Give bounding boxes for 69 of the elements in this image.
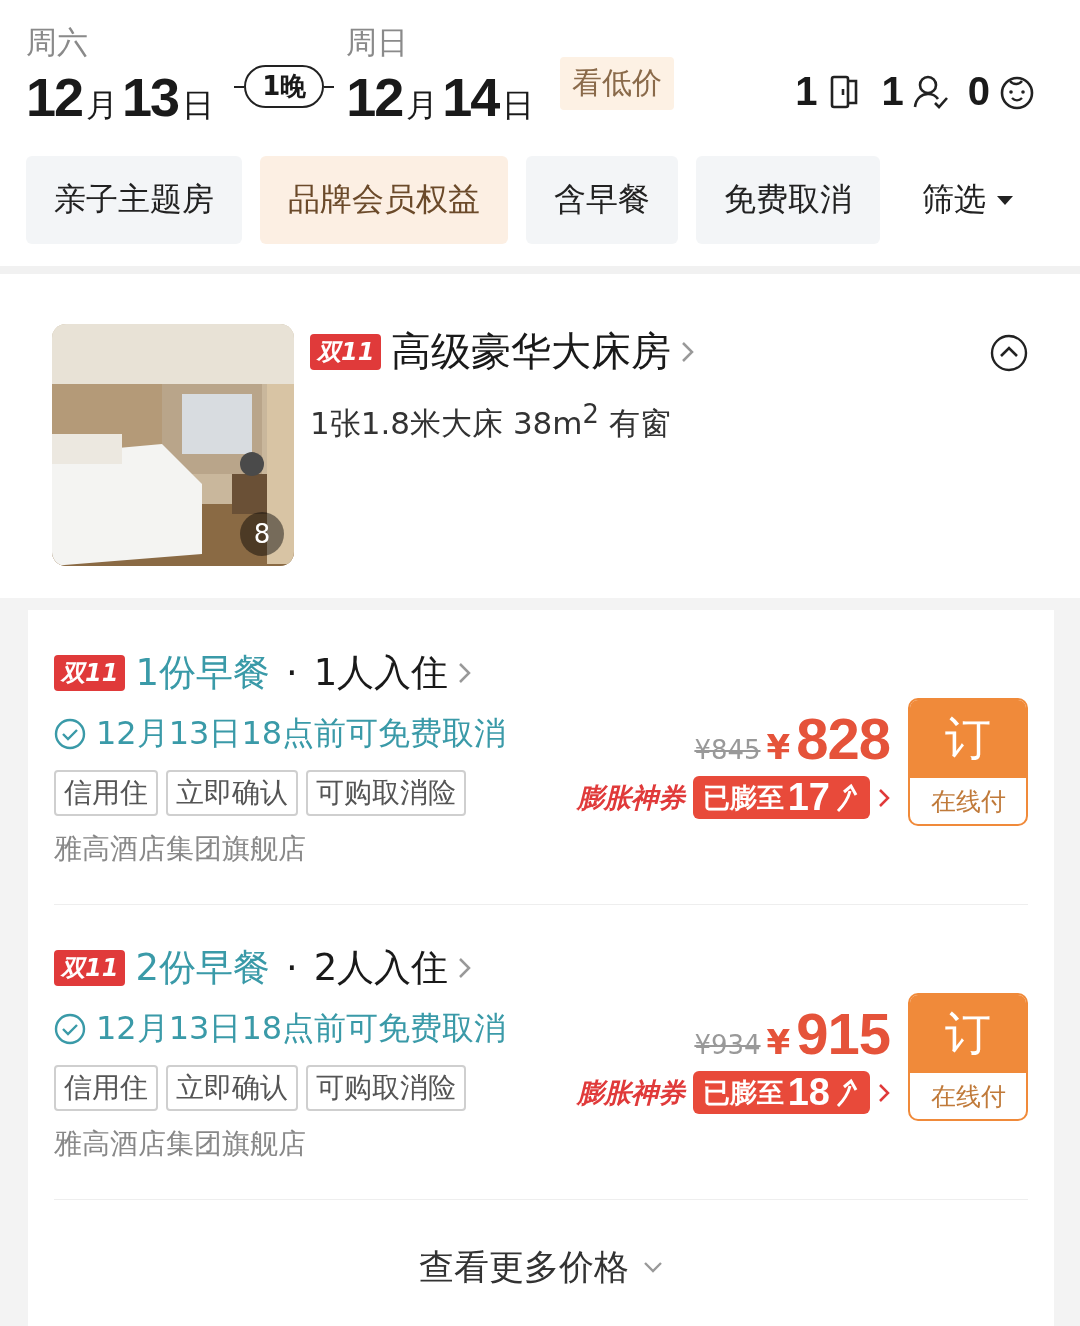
date-unit: 日 xyxy=(502,85,535,126)
chevron-right-icon[interactable] xyxy=(458,956,473,980)
breakfast-label: 2份早餐 xyxy=(135,945,270,991)
more-prices-link[interactable]: 查看更多价格 xyxy=(419,1244,629,1291)
weekday-label: 周六 xyxy=(26,23,89,62)
promo-badge: 双11 xyxy=(54,950,126,986)
seller-name: 雅高酒店集团旗舰店 xyxy=(54,1126,307,1162)
guest-count[interactable]: 1 xyxy=(795,69,818,114)
feature-tag: 立即确认 xyxy=(166,770,298,816)
low-price-tag[interactable]: 看低价 xyxy=(560,57,675,110)
filter-dropdown[interactable]: 筛选 xyxy=(922,178,1014,222)
date-number: 12 xyxy=(26,66,83,128)
coupon-label: 膨胀神券 xyxy=(576,780,685,815)
separator-dot: · xyxy=(285,651,298,695)
filter-chip[interactable]: 免费取消 xyxy=(696,156,880,244)
original-price: ¥845 xyxy=(694,735,761,765)
coupon-label: 膨胀神券 xyxy=(576,1075,685,1110)
price: 828 xyxy=(796,705,890,772)
date-number: 12 xyxy=(346,66,403,128)
feature-tag: 可购取消险 xyxy=(306,1065,466,1111)
filter-chip[interactable]: 亲子主题房 xyxy=(26,156,242,244)
coupon-value: 18 xyxy=(787,1071,830,1114)
chevron-right-icon[interactable] xyxy=(681,339,696,364)
promo-badge: 双11 xyxy=(310,333,382,370)
currency-symbol: ¥ xyxy=(766,727,791,767)
nights-pill[interactable]: 1晚 xyxy=(244,65,325,108)
chevron-right-icon[interactable] xyxy=(458,661,473,685)
check-circle-icon xyxy=(54,718,86,750)
feature-tag: 信用住 xyxy=(54,770,158,816)
occupancy-label: 2人入住 xyxy=(313,945,449,991)
room-name[interactable]: 高级豪华大床房 xyxy=(391,324,672,379)
feature-tag: 立即确认 xyxy=(166,1065,298,1111)
currency-symbol: ¥ xyxy=(766,1022,791,1062)
chevron-right-icon[interactable] xyxy=(878,786,890,809)
cancellation-policy: 12月13日18点前可免费取消 xyxy=(96,713,507,754)
chevron-down-icon[interactable] xyxy=(643,1260,663,1275)
filter-chip[interactable]: 含早餐 xyxy=(526,156,678,244)
date-number: 13 xyxy=(122,66,179,128)
coupon-text: 已膨至 xyxy=(702,1075,784,1110)
cancellation-policy: 12月13日18点前可免费取消 xyxy=(96,1008,507,1049)
weekday-label: 周日 xyxy=(346,23,410,62)
check-circle-icon xyxy=(54,1013,86,1045)
filter-chip[interactable]: 品牌会员权益 xyxy=(260,156,508,244)
date-unit: 日 xyxy=(182,85,215,126)
coupon-pill[interactable]: 已膨至 18 xyxy=(692,1071,870,1114)
up-arrow-icon xyxy=(834,1077,860,1108)
feature-tag: 可购取消险 xyxy=(306,770,466,816)
date-number: 14 xyxy=(442,66,499,128)
up-arrow-icon xyxy=(834,782,860,813)
separator-dot: · xyxy=(285,946,298,990)
occupancy-label: 1人入住 xyxy=(313,650,449,696)
date-unit: 月 xyxy=(86,85,119,126)
promo-badge: 双11 xyxy=(54,655,126,691)
caret-icon xyxy=(996,194,1014,206)
guest-count[interactable]: 1 xyxy=(881,69,904,114)
collapse-icon[interactable] xyxy=(990,334,1028,372)
chevron-right-icon[interactable] xyxy=(878,1081,890,1104)
coupon-text: 已膨至 xyxy=(702,780,784,815)
seller-name: 雅高酒店集团旗舰店 xyxy=(54,831,307,867)
guest-count[interactable]: 0 xyxy=(967,69,990,114)
price: 915 xyxy=(796,1000,890,1067)
coupon-pill[interactable]: 已膨至 17 xyxy=(692,776,870,819)
original-price: ¥934 xyxy=(694,1030,761,1060)
breakfast-label: 1份早餐 xyxy=(135,650,270,696)
feature-tag: 信用住 xyxy=(54,1065,158,1111)
room-specs: 1张1.8米大床 38m$^{2}$ 有窗 xyxy=(310,399,672,444)
date-unit: 月 xyxy=(406,85,439,126)
photo-count: 8 xyxy=(240,512,284,556)
coupon-value: 17 xyxy=(787,776,830,819)
